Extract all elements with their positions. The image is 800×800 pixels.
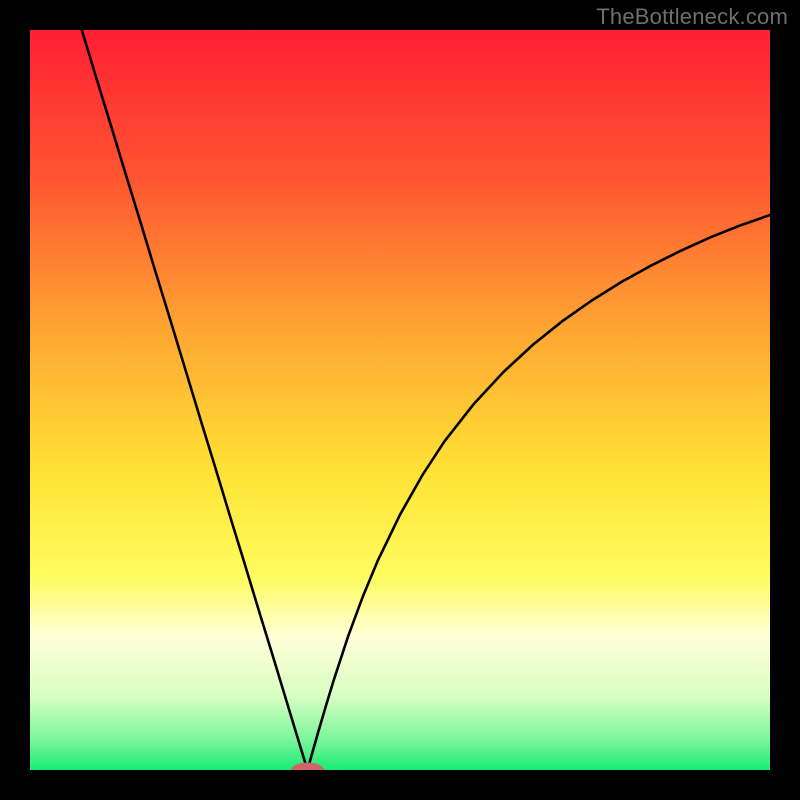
chart-frame: TheBottleneck.com	[0, 0, 800, 800]
chart-plot	[30, 30, 770, 770]
plot-background	[30, 30, 770, 770]
watermark-text: TheBottleneck.com	[596, 4, 788, 30]
